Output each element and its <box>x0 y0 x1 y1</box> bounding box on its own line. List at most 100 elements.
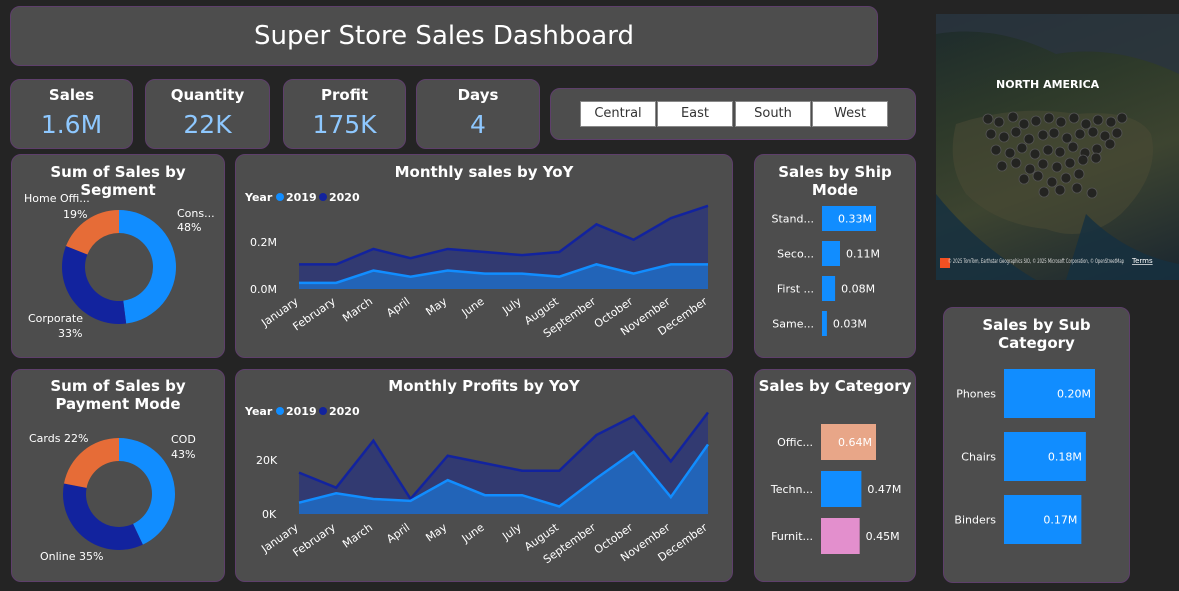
map-point[interactable] <box>1048 127 1060 139</box>
map-point[interactable] <box>1104 138 1116 150</box>
map-point[interactable] <box>1043 112 1055 124</box>
region-button-east[interactable]: East <box>657 101 733 127</box>
map-point[interactable] <box>1055 116 1067 128</box>
donut-slice-cards[interactable] <box>63 438 119 488</box>
map-terms-link: Terms <box>1131 257 1153 265</box>
map-point[interactable] <box>1060 172 1072 184</box>
region-button-central[interactable]: Central <box>580 101 656 127</box>
bar-value-label: 0.45M <box>866 530 900 543</box>
map-point[interactable] <box>1068 112 1080 124</box>
map-point[interactable] <box>1071 182 1083 194</box>
kpi-label: Sales <box>48 86 95 104</box>
segment-donut-card: Sum of Sales by Segment Cons... 48% Corp… <box>11 154 225 358</box>
map-point[interactable] <box>1023 133 1035 145</box>
map-canvas: NORTH AMERICA © 2025 TomTom, Earthstar G… <box>936 14 1179 280</box>
x-tick-label: July <box>499 295 524 318</box>
map-point[interactable] <box>1018 173 1030 185</box>
kpi-label: Quantity <box>170 86 245 104</box>
map-point[interactable] <box>1024 163 1036 175</box>
map-point[interactable] <box>1029 148 1041 160</box>
kpi-quantity-card: Quantity 22K <box>145 79 270 149</box>
map-point[interactable] <box>1007 111 1019 123</box>
legend-2019-dot <box>276 407 284 415</box>
map-point[interactable] <box>1091 143 1103 155</box>
map-point[interactable] <box>1061 132 1073 144</box>
x-tick-label: May <box>423 521 449 545</box>
sales-map[interactable]: NORTH AMERICA © 2025 TomTom, Earthstar G… <box>936 14 1179 280</box>
bar[interactable] <box>821 471 862 507</box>
y-tick-label: 0.0M <box>250 283 277 296</box>
x-tick-label: June <box>459 295 487 320</box>
payment-label-online: Online 35% <box>40 550 103 563</box>
bar-category-label: Furnit... <box>771 530 813 543</box>
legend-2020-label: 2020 <box>329 191 360 204</box>
monthly-sales-chart: Year 2019 2020 0.2M 0.0M JanuaryFebruary… <box>244 191 710 340</box>
bar[interactable] <box>821 518 860 554</box>
map-point[interactable] <box>1073 168 1085 180</box>
bar-value-label: 0.03M <box>833 318 867 331</box>
map-point[interactable] <box>1054 146 1066 158</box>
sub-category-card: Sales by Sub Category Phones 0.20M Chairs 0… <box>943 307 1130 583</box>
map-point[interactable] <box>1105 116 1117 128</box>
legend-2020-label: 2020 <box>329 405 360 418</box>
map-point[interactable] <box>1080 118 1092 130</box>
map-point[interactable] <box>1054 184 1066 196</box>
map-point[interactable] <box>1051 161 1063 173</box>
bar[interactable] <box>822 311 827 336</box>
bar-category-label: Stand... <box>772 213 814 226</box>
bar-category-label: Binders <box>954 514 996 527</box>
segment-label-home-office: Home Offi... <box>24 192 90 205</box>
bar-category-label: Seco... <box>777 248 814 261</box>
bar[interactable] <box>822 241 840 266</box>
map-point[interactable] <box>1067 141 1079 153</box>
map-point[interactable] <box>1037 158 1049 170</box>
map-point[interactable] <box>1037 129 1049 141</box>
kpi-profit-card: Profit 175K <box>283 79 406 149</box>
map-point[interactable] <box>985 128 997 140</box>
map-point[interactable] <box>1086 187 1098 199</box>
monthly-profits-card: Monthly Profits by YoY Year 2019 2020 20… <box>235 369 733 582</box>
map-point[interactable] <box>1016 142 1028 154</box>
map-point[interactable] <box>1018 118 1030 130</box>
map-point[interactable] <box>1046 176 1058 188</box>
donut-slice-online[interactable] <box>62 483 143 550</box>
map-point[interactable] <box>993 116 1005 128</box>
bar-category-label: Offic... <box>777 436 813 449</box>
map-point[interactable] <box>1087 126 1099 138</box>
map-point[interactable] <box>1042 144 1054 156</box>
payment-pct-cod: 43% <box>171 448 195 461</box>
x-tick-label: July <box>499 521 524 544</box>
map-point[interactable] <box>1092 114 1104 126</box>
map-point[interactable] <box>1116 112 1128 124</box>
category-chart: Offic... 0.64M Techn... 0.47M Furnit... 0.45M <box>770 424 901 554</box>
y-tick-label: 20K <box>256 454 278 467</box>
map-point[interactable] <box>1004 147 1016 159</box>
map-point[interactable] <box>1010 157 1022 169</box>
map-point[interactable] <box>998 131 1010 143</box>
map-point[interactable] <box>1074 128 1086 140</box>
region-button-south[interactable]: South <box>735 101 811 127</box>
bar-value-label: 0.18M <box>1048 451 1082 464</box>
map-point[interactable] <box>996 160 1008 172</box>
legend-2019-label: 2019 <box>286 405 317 418</box>
bar[interactable] <box>822 276 836 301</box>
map-point[interactable] <box>1111 127 1123 139</box>
region-button-west[interactable]: West <box>812 101 888 127</box>
map-point[interactable] <box>1064 157 1076 169</box>
map-point[interactable] <box>1038 186 1050 198</box>
map-point[interactable] <box>982 113 994 125</box>
segment-label-corporate: Corporate <box>28 312 83 325</box>
map-point[interactable] <box>1077 154 1089 166</box>
segment-donut-chart: Cons... 48% Corporate 33% Home Offi... 1… <box>24 192 215 340</box>
payment-donut-card: Sum of Sales by Payment Mode COD 43% Onl… <box>11 369 225 582</box>
map-point[interactable] <box>1030 115 1042 127</box>
map-point[interactable] <box>1090 152 1102 164</box>
map-point[interactable] <box>1010 126 1022 138</box>
map-point[interactable] <box>1032 170 1044 182</box>
segment-pct-home-office: 19% <box>63 208 87 221</box>
donut-slice-consumer[interactable] <box>119 210 176 324</box>
x-tick-label: February <box>291 521 339 560</box>
kpi-sales-card: Sales 1.6M <box>10 79 133 149</box>
map-point[interactable] <box>990 144 1002 156</box>
x-tick-label: March <box>340 295 375 325</box>
